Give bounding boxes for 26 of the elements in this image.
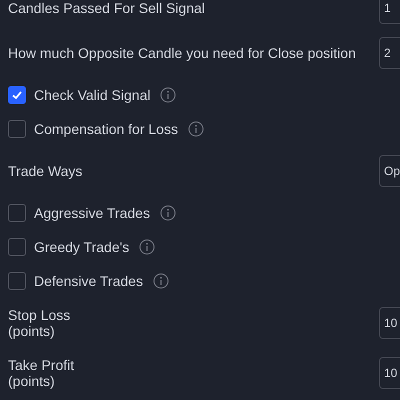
- checkbox[interactable]: [8, 86, 26, 104]
- info-icon[interactable]: [160, 87, 176, 103]
- checkbox-label: Aggressive Trades: [34, 205, 150, 221]
- info-icon[interactable]: [139, 239, 156, 255]
- field-label: Trade Ways: [8, 163, 84, 179]
- input-field[interactable]: 10: [379, 357, 400, 389]
- field-label: Candles Passed For Sell Signal: [8, 0, 206, 16]
- input-field[interactable]: 10: [379, 307, 400, 339]
- check-icon: [11, 89, 23, 101]
- info-icon[interactable]: [152, 273, 169, 289]
- input-field[interactable]: 2: [379, 37, 400, 69]
- checkbox[interactable]: [8, 204, 26, 222]
- checkbox[interactable]: [8, 238, 26, 256]
- field-label: How much Opposite Candle you need for Close position: [8, 45, 357, 61]
- input-field[interactable]: 1: [379, 0, 400, 24]
- checkbox[interactable]: [8, 272, 26, 290]
- checkbox-label: Defensive Trades: [34, 273, 143, 289]
- field-label: Stop Loss (points): [8, 307, 72, 339]
- info-icon[interactable]: [188, 121, 204, 137]
- checkbox-label: Greedy Trade's: [34, 239, 130, 255]
- field-label: Take Profit (points): [8, 357, 76, 389]
- input-field[interactable]: Op: [379, 155, 400, 187]
- info-icon[interactable]: [160, 205, 176, 221]
- checkbox[interactable]: [8, 120, 26, 138]
- checkbox-label: Compensation for Loss: [34, 121, 178, 137]
- checkbox-label: Check Valid Signal: [34, 87, 150, 103]
